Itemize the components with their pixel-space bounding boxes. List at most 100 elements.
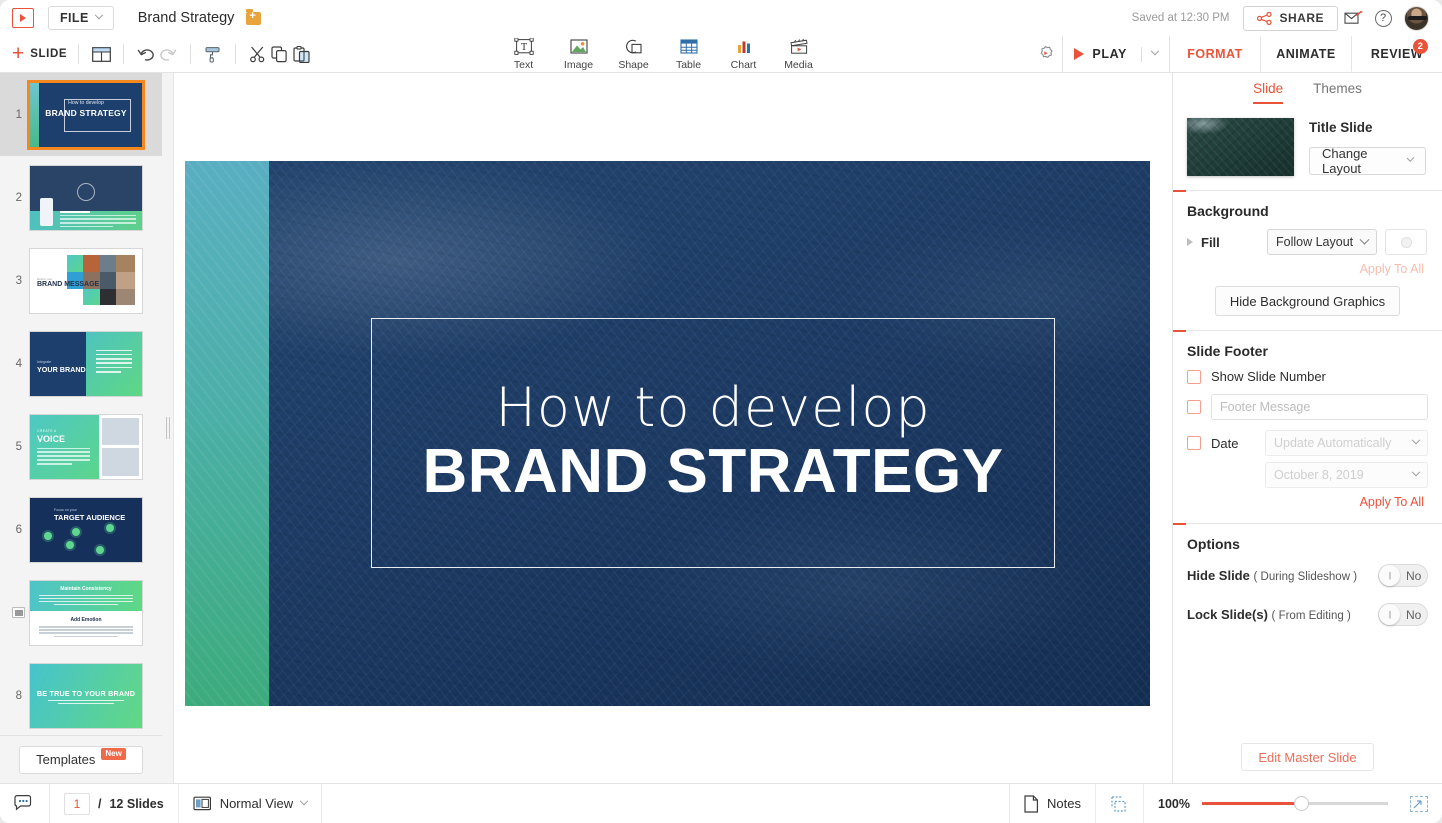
presentation-settings-icon[interactable] <box>1028 37 1062 71</box>
active-slide[interactable]: How to develop BRAND STRATEGY <box>185 161 1150 706</box>
hide-background-graphics-button[interactable]: Hide Background Graphics <box>1215 286 1400 316</box>
guides-button[interactable] <box>1096 784 1144 823</box>
insert-table-button[interactable]: Table <box>661 36 716 72</box>
app-root: FILE Brand Strategy Saved at 12:30 PM SH… <box>0 0 1442 823</box>
comments-button[interactable] <box>0 784 50 823</box>
slide-title-placeholder[interactable]: How to develop BRAND STRATEGY <box>371 318 1055 568</box>
thumbnail-slide-8[interactable]: 8 BE TRUE TO YOUR BRAND <box>0 654 162 737</box>
footer-apply-to-all[interactable]: Apply To All <box>1173 488 1442 509</box>
thumbnail-number: 5 <box>0 441 30 453</box>
paste-icon[interactable] <box>291 43 313 65</box>
insert-media-button[interactable]: Media <box>771 36 826 72</box>
tab-review[interactable]: REVIEW 2 <box>1351 36 1442 72</box>
thumbnail-preview: How to develop BRAND STRATEGY <box>30 83 142 147</box>
fill-select[interactable]: Follow Layout <box>1267 229 1377 255</box>
templates-button[interactable]: Templates New <box>19 746 143 774</box>
templates-new-badge: New <box>101 748 125 760</box>
file-menu-button[interactable]: FILE <box>48 6 114 30</box>
scissors-cut-icon[interactable] <box>247 43 269 65</box>
chevron-down-icon <box>94 11 102 19</box>
review-badge: 2 <box>1413 39 1428 54</box>
thumbnail-preview: BE TRUE TO YOUR BRAND <box>30 664 142 728</box>
thumbnail-preview: Define your BRAND MESSAGE <box>30 249 142 313</box>
zoom-slider[interactable] <box>1202 802 1388 805</box>
subtab-themes[interactable]: Themes <box>1313 81 1362 104</box>
notes-icon <box>1024 795 1039 813</box>
tab-animate[interactable]: ANIMATE <box>1260 36 1351 72</box>
slide-layout-icon[interactable] <box>90 43 112 65</box>
slides-total: 12 Slides <box>109 797 163 811</box>
user-avatar[interactable] <box>1404 6 1429 31</box>
current-page-input[interactable]: 1 <box>64 793 90 815</box>
footer-message-checkbox[interactable] <box>1187 400 1201 414</box>
slide-canvas-area[interactable]: How to develop BRAND STRATEGY <box>175 73 1172 783</box>
format-subtabs: Slide Themes <box>1173 73 1442 104</box>
thumbnail-slide-6[interactable]: 6 Focus on your TARGET AUDIENCE <box>0 488 162 571</box>
insert-text-button[interactable]: T Text <box>496 36 551 72</box>
thumbnail-slide-4[interactable]: 4 Integrate YOUR BRAND <box>0 322 162 405</box>
thumbnail-slide-7[interactable]: 7 Maintain Consistency Add Emotion <box>0 571 162 654</box>
help-icon[interactable]: ? <box>1368 4 1398 32</box>
thumbnail-slide-2[interactable]: 2 <box>0 156 162 239</box>
thumbnail-slide-3[interactable]: 3 Define your BRAND MESSAGE <box>0 239 162 322</box>
chevron-down-icon[interactable] <box>1151 47 1159 55</box>
edit-master-slide-button[interactable]: Edit Master Slide <box>1241 743 1373 771</box>
redo-icon[interactable] <box>157 43 179 65</box>
document-title[interactable]: Brand Strategy <box>138 10 235 26</box>
thumb1-title: BRAND STRATEGY <box>30 108 142 118</box>
date-mode-value: Update Automatically <box>1274 436 1391 450</box>
right-panel-tabs: FORMAT ANIMATE REVIEW 2 <box>1170 36 1442 72</box>
add-slide-button[interactable]: + SLIDE <box>12 47 67 61</box>
background-apply-to-all[interactable]: Apply To All <box>1173 255 1442 276</box>
expand-fill-icon[interactable] <box>1187 238 1193 246</box>
slide-footer-section-title: Slide Footer <box>1173 331 1442 359</box>
insert-shape-button[interactable]: Shape <box>606 36 661 72</box>
copy-icon[interactable] <box>269 43 291 65</box>
zoom-slider-fill <box>1202 802 1302 805</box>
thumbnail-number: 6 <box>0 524 30 536</box>
hide-slide-toggle[interactable]: No <box>1378 564 1428 587</box>
show-slide-number-checkbox[interactable] <box>1187 370 1201 384</box>
lock-slide-sublabel: ( From Editing ) <box>1272 610 1351 622</box>
insert-image-button[interactable]: Image <box>551 36 606 72</box>
layout-preview-thumbnail[interactable] <box>1187 118 1294 176</box>
notes-button[interactable]: Notes <box>1009 784 1096 823</box>
lock-slide-toggle[interactable]: No <box>1378 603 1428 626</box>
lock-slide-row: Lock Slide(s) ( From Editing ) No <box>1173 587 1442 626</box>
thumbnail-slide-1[interactable]: 1 How to develop BRAND STRATEGY <box>0 73 162 156</box>
thumbnail-number: 3 <box>0 275 30 287</box>
share-button[interactable]: SHARE <box>1243 6 1338 31</box>
section-divider <box>1173 330 1442 331</box>
date-value-select[interactable]: October 8, 2019 <box>1265 462 1428 488</box>
thumbnail-number: 4 <box>0 358 30 370</box>
subtab-slide[interactable]: Slide <box>1253 81 1283 104</box>
play-button[interactable]: PLAY <box>1062 36 1170 72</box>
date-mode-select[interactable]: Update Automatically <box>1265 430 1428 456</box>
layout-meta: Title Slide Change Layout <box>1309 118 1426 175</box>
change-layout-button[interactable]: Change Layout <box>1309 147 1426 175</box>
status-bar: 1 / 12 Slides Normal View Notes <box>0 783 1442 823</box>
fill-color-button[interactable] <box>1385 229 1427 255</box>
format-painter-icon[interactable] <box>202 43 224 65</box>
slides-logo-icon[interactable] <box>12 8 34 28</box>
fill-row: Fill Follow Layout <box>1173 219 1442 255</box>
mail-compose-icon[interactable] <box>1338 4 1368 32</box>
view-mode-selector[interactable]: Normal View <box>179 784 322 823</box>
footer-message-input[interactable]: Footer Message <box>1211 394 1428 420</box>
add-to-folder-icon[interactable] <box>246 12 261 25</box>
subtab-themes-label: Themes <box>1313 81 1362 96</box>
thumb6-subtitle: Focus on your <box>54 508 77 512</box>
notes-label: Notes <box>1047 796 1081 811</box>
thumbnail-slide-5[interactable]: 5 CREATE A VOICE <box>0 405 162 488</box>
hide-background-graphics-label: Hide Background Graphics <box>1230 294 1385 309</box>
date-checkbox[interactable] <box>1187 436 1201 450</box>
fill-label: Fill <box>1201 235 1259 250</box>
fit-to-screen-icon[interactable] <box>1410 796 1428 812</box>
zoom-slider-handle[interactable] <box>1294 796 1309 811</box>
slide-thumbnail-panel[interactable]: 1 How to develop BRAND STRATEGY 2 <box>0 73 162 783</box>
undo-icon[interactable] <box>135 43 157 65</box>
tab-format[interactable]: FORMAT <box>1170 36 1260 72</box>
insert-chart-button[interactable]: Chart <box>716 36 771 72</box>
media-clapperboard-icon <box>788 38 810 57</box>
panel-splitter[interactable] <box>162 73 174 783</box>
